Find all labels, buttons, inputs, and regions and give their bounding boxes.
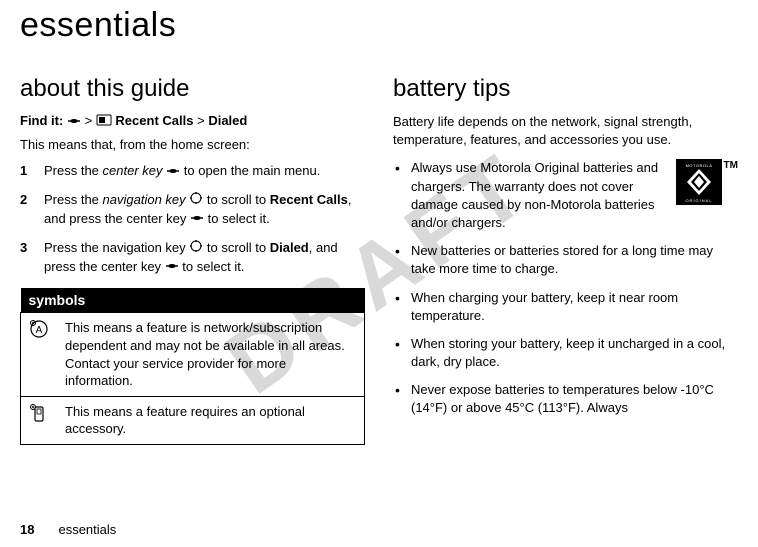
bullet-5: Never expose batteries to temperatures b… [411, 381, 738, 417]
center-key-icon [67, 114, 81, 129]
page-number: 18 [20, 522, 34, 537]
step-3-text: Press the navigation key to scroll to Di… [44, 239, 365, 277]
symbols-table: symbols A This means a feature is networ… [20, 288, 365, 444]
find-it-dialed: Dialed [208, 113, 247, 128]
chapter-title: essentials [20, 0, 738, 75]
step-1: 1 Press the center key to open the main … [20, 162, 365, 181]
table-row: A This means a feature is network/subscr… [21, 313, 365, 396]
steps-list: 1 Press the center key to open the main … [20, 162, 365, 276]
step-1-pre: Press the [44, 163, 103, 178]
step-3-pre: Press the navigation key [44, 240, 189, 255]
battery-intro: Battery life depends on the network, sig… [393, 113, 738, 149]
right-column: battery tips Battery life depends on the… [393, 75, 738, 445]
recent-calls-icon [96, 114, 112, 129]
center-key-icon [190, 210, 204, 228]
step-2-pre: Press the [44, 192, 103, 207]
step-1-num: 1 [20, 162, 30, 181]
step-3-num: 3 [20, 239, 30, 277]
symbol-1-text: This means a feature is network/subscrip… [57, 313, 365, 396]
step-2: 2 Press the navigation key to scroll to … [20, 191, 365, 229]
step-2-text: Press the navigation key to scroll to Re… [44, 191, 365, 229]
svg-text:MOTOROLA: MOTOROLA [685, 163, 712, 168]
motorola-original-logo: MOTOROLA ORIGINAL TM [676, 159, 738, 210]
step-2-num: 2 [20, 191, 30, 229]
step-3-bold: Dialed [270, 240, 309, 255]
section-battery-tips: battery tips [393, 75, 738, 103]
table-row: This means a feature requires an optiona… [21, 396, 365, 444]
navigation-key-icon [189, 191, 203, 210]
navigation-key-icon [189, 239, 203, 258]
optional-accessory-icon [21, 396, 58, 444]
bullet-3: When charging your battery, keep it near… [411, 289, 738, 325]
footer-label: essentials [58, 522, 116, 537]
svg-text:ORIGINAL: ORIGINAL [685, 198, 712, 203]
bullet-4: When storing your battery, keep it uncha… [411, 335, 738, 371]
step-3-post3: to select it. [182, 259, 244, 274]
tm-mark: TM [724, 160, 738, 171]
bullet-1: MOTOROLA ORIGINAL TM Always use Motorola… [411, 159, 738, 232]
center-key-icon [166, 163, 180, 181]
page-footer: 18 essentials [20, 522, 116, 537]
bullet-1-text: Always use Motorola Original batteries a… [411, 160, 658, 230]
step-2-it: navigation key [103, 192, 186, 207]
section-about-this-guide: about this guide [20, 75, 365, 103]
intro-text: This means that, from the home screen: [20, 137, 365, 152]
gt-1: > [85, 113, 93, 128]
step-2-bold: Recent Calls [270, 192, 348, 207]
svg-text:A: A [36, 325, 43, 336]
step-2-post3: to select it. [208, 211, 270, 226]
bullet-2: New batteries or batteries stored for a … [411, 242, 738, 278]
center-key-icon [165, 258, 179, 276]
symbols-header: symbols [21, 288, 365, 313]
symbol-2-text: This means a feature requires an optiona… [57, 396, 365, 444]
network-dependent-icon: A [21, 313, 58, 396]
step-3: 3 Press the navigation key to scroll to … [20, 239, 365, 277]
gt-2: > [197, 113, 205, 128]
find-it-recent-calls: Recent Calls [115, 113, 193, 128]
step-3-mid: to scroll to [207, 240, 270, 255]
step-2-mid: to scroll to [207, 192, 270, 207]
step-1-text: Press the center key to open the main me… [44, 162, 365, 181]
find-it-line: Find it: > Recent Calls > Dialed [20, 113, 365, 129]
find-it-label: Find it: [20, 113, 63, 128]
step-1-post: to open the main menu. [184, 163, 321, 178]
left-column: about this guide Find it: > Recent Calls… [20, 75, 365, 445]
battery-bullets: MOTOROLA ORIGINAL TM Always use Motorola… [393, 159, 738, 417]
step-1-it: center key [103, 163, 163, 178]
